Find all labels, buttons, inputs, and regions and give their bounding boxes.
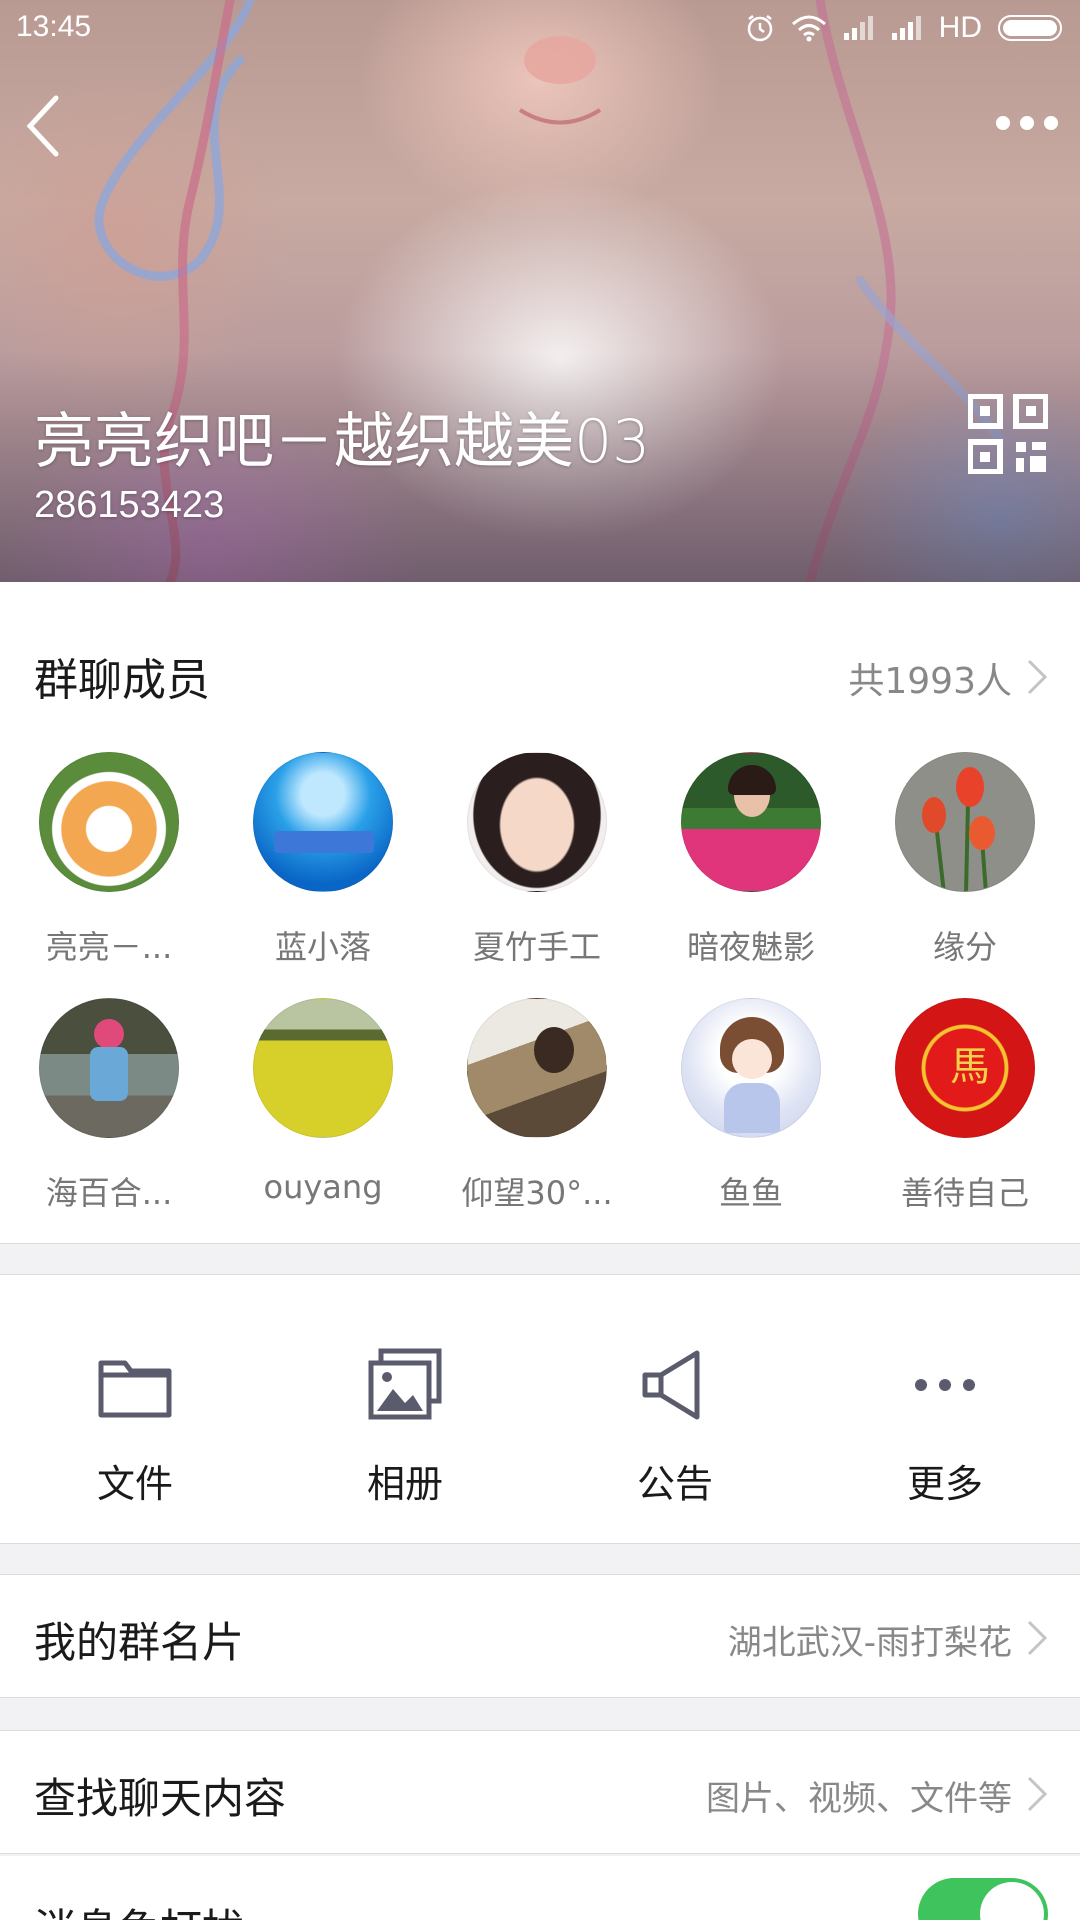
- avatar: [467, 998, 607, 1138]
- files-button[interactable]: 文件: [0, 1275, 270, 1543]
- more-label: 更多: [906, 1462, 983, 1506]
- avatar: [681, 998, 821, 1138]
- member-item[interactable]: ouyang: [216, 998, 430, 1216]
- dot-icon: [1044, 116, 1058, 130]
- member-name: 善待自己: [900, 1174, 1029, 1212]
- network-type-label: HD: [938, 11, 982, 44]
- album-button[interactable]: 相册: [270, 1275, 540, 1543]
- do-not-disturb-row: 消息免打扰: [0, 1856, 1080, 1920]
- qr-code-icon: [967, 393, 1049, 475]
- announcement-label: 公告: [636, 1462, 713, 1506]
- member-item[interactable]: 缘分: [858, 752, 1072, 970]
- back-button[interactable]: [18, 90, 78, 160]
- more-actions-button[interactable]: 更多: [810, 1275, 1080, 1543]
- avatar: 馬: [895, 998, 1035, 1138]
- member-item[interactable]: 海百合...: [2, 998, 216, 1216]
- member-name: 暗夜魅影: [686, 928, 815, 966]
- member-item[interactable]: 蓝小落: [216, 752, 430, 970]
- member-name: 仰望30°...: [461, 1174, 613, 1212]
- members-header[interactable]: 群聊成员 共1993人: [0, 582, 1080, 766]
- avatar: [39, 998, 179, 1138]
- member-name: 缘分: [932, 928, 997, 966]
- alarm-icon: [747, 15, 772, 42]
- dot-icon: [996, 116, 1010, 130]
- group-name: 亮亮织吧－越织越美03: [34, 407, 651, 477]
- status-time: 13:45: [16, 10, 92, 43]
- battery-icon: [998, 15, 1062, 41]
- search-chat-row[interactable]: 查找聊天内容 图片、视频、文件等: [0, 1730, 1080, 1854]
- avatar: [467, 752, 607, 892]
- qr-code-button[interactable]: [967, 393, 1049, 475]
- member-item[interactable]: 仰望30°...: [430, 998, 644, 1216]
- files-label: 文件: [96, 1462, 173, 1506]
- avatar: [39, 752, 179, 892]
- member-name: ouyang: [263, 1168, 383, 1206]
- avatar: [253, 998, 393, 1138]
- row-value: 图片、视频、文件等: [706, 1779, 1012, 1819]
- member-name: 夏竹手工: [472, 928, 601, 966]
- member-name: 蓝小落: [274, 928, 371, 966]
- back-arrow-icon: [26, 95, 59, 157]
- member-grid: 亮亮－... 蓝小落 夏竹手工 暗夜魅影 缘分 海百合... ouyang 仰望…: [0, 752, 1080, 1216]
- avatar: [253, 752, 393, 892]
- member-item[interactable]: 夏竹手工: [430, 752, 644, 970]
- chevron-right-icon: [1027, 1620, 1048, 1656]
- folder-icon: [98, 1360, 172, 1418]
- my-group-card-row[interactable]: 我的群名片 湖北武汉-雨打梨花: [0, 1574, 1080, 1698]
- member-item[interactable]: 暗夜魅影: [644, 752, 858, 970]
- chevron-right-icon: [1027, 1776, 1048, 1812]
- group-number: 286153423: [34, 484, 225, 526]
- member-count: 共1993人: [848, 661, 1012, 702]
- row-label: 我的群名片: [34, 1618, 245, 1667]
- row-label: 查找聊天内容: [34, 1774, 287, 1823]
- chevron-right-icon: [1027, 659, 1048, 695]
- do-not-disturb-toggle[interactable]: [918, 1878, 1048, 1920]
- quick-actions: 文件 相册 公告 更多: [0, 1274, 1080, 1544]
- album-label: 相册: [366, 1462, 443, 1506]
- more-icon: [915, 1379, 975, 1391]
- members-section: 群聊成员 共1993人 亮亮－... 蓝小落 夏竹手工 暗夜魅影 缘分 海百合.…: [0, 582, 1080, 1244]
- dot-icon: [1020, 116, 1034, 130]
- wifi-icon: [791, 15, 826, 42]
- announcement-button[interactable]: 公告: [540, 1275, 810, 1543]
- avatar: [895, 752, 1035, 892]
- members-title: 群聊成员: [34, 655, 210, 706]
- member-name: 鱼鱼: [718, 1174, 783, 1212]
- more-options-button[interactable]: [988, 108, 1058, 138]
- signal-icon: [891, 16, 921, 40]
- member-name: 海百合...: [45, 1174, 173, 1212]
- status-bar: 13:45 HD: [0, 0, 1080, 56]
- member-name: 亮亮－...: [45, 928, 173, 966]
- row-label: 消息免打扰: [34, 1896, 244, 1920]
- member-item[interactable]: 鱼鱼: [644, 998, 858, 1216]
- megaphone-icon: [642, 1350, 700, 1420]
- album-icon: [368, 1348, 442, 1420]
- tulip-image: [922, 767, 995, 891]
- member-item[interactable]: 亮亮－...: [2, 752, 216, 970]
- member-item[interactable]: 馬 善待自己: [858, 998, 1072, 1216]
- row-value: 湖北武汉-雨打梨花: [727, 1623, 1012, 1663]
- signal-icon: [843, 16, 873, 40]
- avatar: [681, 752, 821, 892]
